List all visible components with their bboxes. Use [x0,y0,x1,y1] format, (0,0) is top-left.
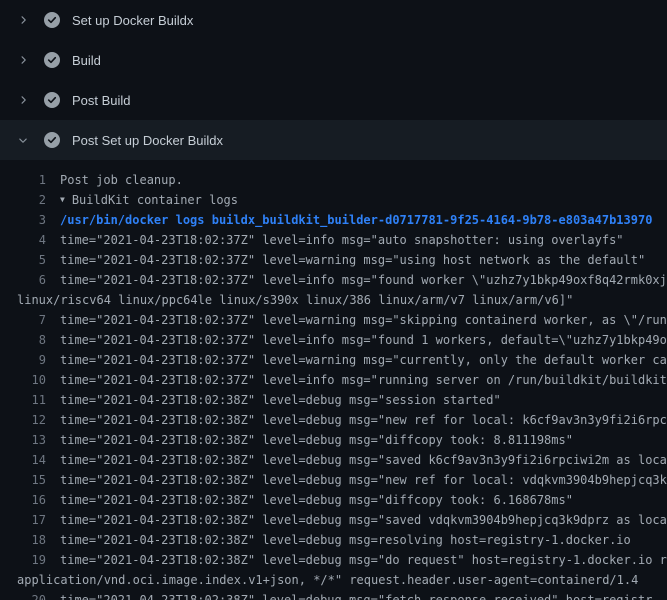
log-line: 17 time="2021-04-23T18:02:38Z" level=deb… [0,510,667,530]
log-line-text: time="2021-04-23T18:02:38Z" level=debug … [60,430,667,450]
step-header[interactable]: Build [0,40,667,80]
log-line-number[interactable]: 4 [0,230,60,250]
step-title: Build [72,53,101,68]
log-line: 20 time="2021-04-23T18:02:38Z" level=deb… [0,590,667,600]
log-line-text: time="2021-04-23T18:02:38Z" level=debug … [60,530,667,550]
log-line: 8 time="2021-04-23T18:02:37Z" level=info… [0,330,667,350]
log-line: 4 time="2021-04-23T18:02:37Z" level=info… [0,230,667,250]
log-line: 16 time="2021-04-23T18:02:38Z" level=deb… [0,490,667,510]
log-line-number[interactable]: 13 [0,430,60,450]
log-line-number[interactable]: 7 [0,310,60,330]
log-line-number[interactable]: 20 [0,590,60,600]
log-line-text: time="2021-04-23T18:02:38Z" level=debug … [60,490,667,510]
log-line-number[interactable]: 2 [0,190,60,210]
log-line-text: time="2021-04-23T18:02:38Z" level=debug … [60,470,667,490]
log-line-number[interactable]: 3 [0,210,60,230]
log-line-text: linux/riscv64 linux/ppc64le linux/s390x … [0,290,667,310]
log-line: 10 time="2021-04-23T18:02:37Z" level=inf… [0,370,667,390]
log-line-number[interactable]: 12 [0,410,60,430]
log-line-text: time="2021-04-23T18:02:38Z" level=debug … [60,390,667,410]
step-header[interactable]: Post Build [0,80,667,120]
log-line-text: time="2021-04-23T18:02:38Z" level=debug … [60,410,667,430]
log-line-text: time="2021-04-23T18:02:37Z" level=info m… [60,270,667,290]
log-line-text: time="2021-04-23T18:02:38Z" level=debug … [60,450,667,470]
chevron-down-icon[interactable] [16,134,30,146]
chevron-right-icon[interactable] [16,14,30,26]
log-group-caret-icon[interactable]: ▼ [60,190,65,210]
log-line: 9 time="2021-04-23T18:02:37Z" level=warn… [0,350,667,370]
log-line: 1 Post job cleanup. [0,170,667,190]
log-line-number[interactable]: 15 [0,470,60,490]
log-line-number[interactable]: 6 [0,270,60,290]
log-line: 12 time="2021-04-23T18:02:38Z" level=deb… [0,410,667,430]
log-line: application/vnd.oci.image.index.v1+json,… [0,570,667,590]
log-line-number[interactable]: 11 [0,390,60,410]
log-line-text: time="2021-04-23T18:02:37Z" level=info m… [60,370,667,390]
log-line: 3 /usr/bin/docker logs buildx_buildkit_b… [0,210,667,230]
log-line-number[interactable]: 14 [0,450,60,470]
log-line: 7 time="2021-04-23T18:02:37Z" level=warn… [0,310,667,330]
log-line-text: time="2021-04-23T18:02:37Z" level=warnin… [60,350,667,370]
log-line-text: time="2021-04-23T18:02:37Z" level=info m… [60,330,667,350]
check-circle-icon [44,12,60,28]
log-line-text: /usr/bin/docker logs buildx_buildkit_bui… [60,210,667,230]
log-line-number[interactable]: 17 [0,510,60,530]
log-line-text: time="2021-04-23T18:02:38Z" level=debug … [60,550,667,570]
log-line-number[interactable]: 8 [0,330,60,350]
log-line: 11 time="2021-04-23T18:02:38Z" level=deb… [0,390,667,410]
log-line: linux/riscv64 linux/ppc64le linux/s390x … [0,290,667,310]
log-line: 19 time="2021-04-23T18:02:38Z" level=deb… [0,550,667,570]
log-line: 14 time="2021-04-23T18:02:38Z" level=deb… [0,450,667,470]
actions-log-viewer: Set up Docker Buildx Build Post Build Po… [0,0,667,600]
log-output: 1 Post job cleanup. 2 ▼BuildKit containe… [0,160,667,600]
log-line-text: time="2021-04-23T18:02:37Z" level=warnin… [60,310,667,330]
log-line-number[interactable]: 5 [0,250,60,270]
step-title: Post Build [72,93,131,108]
log-line-text: Post job cleanup. [60,170,667,190]
step-header[interactable]: Set up Docker Buildx [0,0,667,40]
step-title: Post Set up Docker Buildx [72,133,223,148]
log-line-text: application/vnd.oci.image.index.v1+json,… [0,570,667,590]
log-line-number[interactable]: 1 [0,170,60,190]
log-line-text: time="2021-04-23T18:02:38Z" level=debug … [60,510,667,530]
log-line-number[interactable]: 10 [0,370,60,390]
log-line: 6 time="2021-04-23T18:02:37Z" level=info… [0,270,667,290]
log-line: 2 ▼BuildKit container logs [0,190,667,210]
log-line-text: time="2021-04-23T18:02:38Z" level=debug … [60,590,667,600]
log-line: 15 time="2021-04-23T18:02:38Z" level=deb… [0,470,667,490]
step-list: Set up Docker Buildx Build Post Build Po… [0,0,667,160]
log-line-number[interactable]: 19 [0,550,60,570]
log-line: 18 time="2021-04-23T18:02:38Z" level=deb… [0,530,667,550]
log-line: 13 time="2021-04-23T18:02:38Z" level=deb… [0,430,667,450]
log-line-number[interactable]: 18 [0,530,60,550]
log-line-text: time="2021-04-23T18:02:37Z" level=warnin… [60,250,667,270]
check-circle-icon [44,92,60,108]
log-line-number[interactable]: 9 [0,350,60,370]
step-title: Set up Docker Buildx [72,13,193,28]
log-line-number[interactable]: 16 [0,490,60,510]
step-header[interactable]: Post Set up Docker Buildx [0,120,667,160]
chevron-right-icon[interactable] [16,94,30,106]
chevron-right-icon[interactable] [16,54,30,66]
check-circle-icon [44,52,60,68]
log-line-text: ▼BuildKit container logs [60,190,667,210]
log-line: 5 time="2021-04-23T18:02:37Z" level=warn… [0,250,667,270]
log-line-text: time="2021-04-23T18:02:37Z" level=info m… [60,230,667,250]
check-circle-icon [44,132,60,148]
